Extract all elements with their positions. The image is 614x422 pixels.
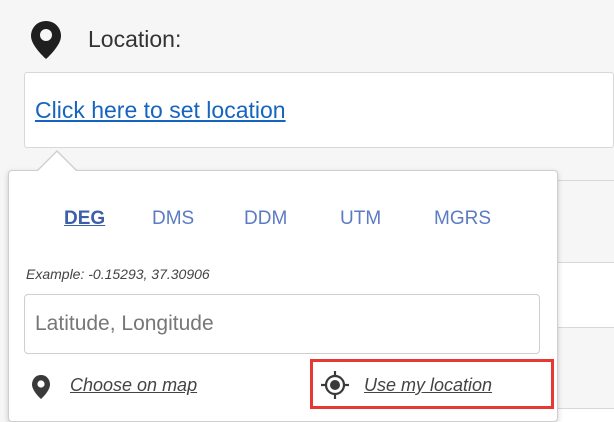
popover-arrow-fill: [37, 152, 77, 172]
location-header: [28, 20, 64, 60]
tab-utm[interactable]: UTM: [340, 208, 381, 230]
choose-on-map-button[interactable]: [30, 374, 52, 400]
example-hint: Example: -0.15293, 37.30906: [26, 266, 210, 282]
background-field: [550, 408, 614, 422]
set-location-link[interactable]: Click here to set location: [35, 97, 286, 124]
location-field[interactable]: Click here to set location: [24, 72, 614, 148]
choose-on-map-link[interactable]: Choose on map: [70, 375, 197, 396]
location-panel: Location: Click here to set location DEG…: [0, 0, 614, 422]
location-label: Location:: [88, 26, 182, 52]
crosshair-target-icon[interactable]: [320, 370, 350, 400]
tab-dms[interactable]: DMS: [152, 208, 194, 230]
map-pin-icon: [31, 21, 61, 59]
tab-deg[interactable]: DEG: [64, 208, 105, 230]
use-my-location-link[interactable]: Use my location: [364, 375, 492, 396]
tab-ddm[interactable]: DDM: [244, 208, 287, 230]
tab-mgrs[interactable]: MGRS: [434, 208, 491, 230]
map-pin-icon: [32, 375, 50, 399]
coordinates-input[interactable]: [24, 294, 540, 354]
